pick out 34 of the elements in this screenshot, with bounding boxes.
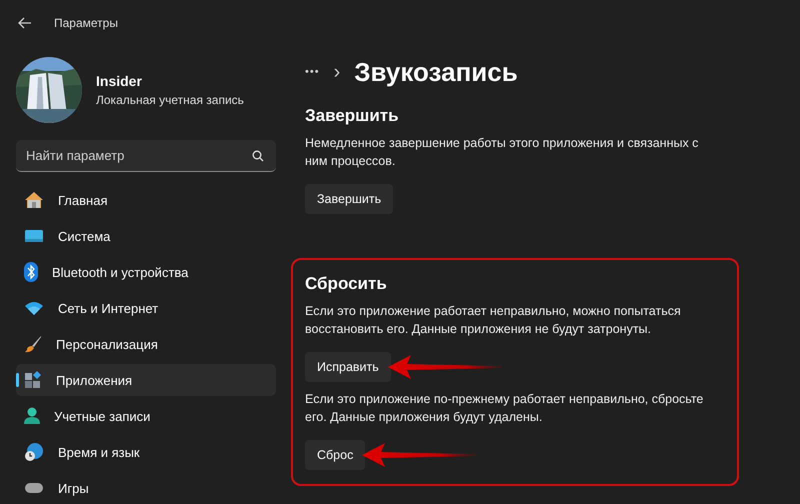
globe-clock-icon	[24, 442, 44, 462]
search-icon	[252, 150, 264, 162]
more-button[interactable]: •••	[305, 66, 320, 78]
sidebar-item[interactable]: Сеть и Интернет	[16, 292, 276, 324]
sidebar-item[interactable]: Игры	[16, 472, 276, 504]
sidebar-item[interactable]: Bluetooth и устройства	[16, 256, 276, 288]
brush-icon	[24, 335, 42, 353]
sidebar-item[interactable]: Главная	[16, 184, 276, 216]
apps-icon	[24, 371, 42, 389]
section-title: Сбросить	[305, 274, 387, 294]
action-button[interactable]: Исправить	[305, 352, 391, 382]
action-button[interactable]: Сброс	[305, 440, 366, 470]
account-type: Локальная учетная запись	[96, 93, 244, 107]
description: Если это приложение по-прежнему работает неправильно, сбросьте его. Данные приложения будут удалены.	[305, 391, 704, 426]
description: Немедленное завершение работы этого приложения и связанных с ним процессов.	[305, 135, 700, 170]
sidebar-item[interactable]: Приложения	[16, 364, 276, 396]
monitor-icon	[24, 229, 44, 243]
sidebar-item[interactable]: Учетные записи	[16, 400, 276, 432]
window-title: Параметры	[54, 16, 118, 30]
sidebar-item[interactable]: Персонализация	[16, 328, 276, 360]
account-name: Insider	[96, 73, 143, 89]
sidebar-item[interactable]: Время и язык	[16, 436, 276, 468]
page-title: Звукозапись	[354, 56, 518, 88]
description: Если это приложение работает неправильно, можно попытаться восстановить его. Данные приложения не будут затронуты.	[305, 303, 682, 338]
section-title: Завершить	[305, 106, 399, 126]
wifi-icon	[24, 301, 44, 315]
person-icon	[24, 407, 40, 425]
sidebar-item[interactable]: Система	[16, 220, 276, 252]
house-icon	[24, 191, 44, 209]
search-field[interactable]: Найти параметр	[16, 140, 276, 172]
back-icon[interactable]	[18, 17, 32, 29]
action-button[interactable]: Завершить	[305, 184, 394, 214]
bluetooth-icon	[24, 262, 38, 282]
breadcrumb-separator: ›	[334, 60, 340, 84]
